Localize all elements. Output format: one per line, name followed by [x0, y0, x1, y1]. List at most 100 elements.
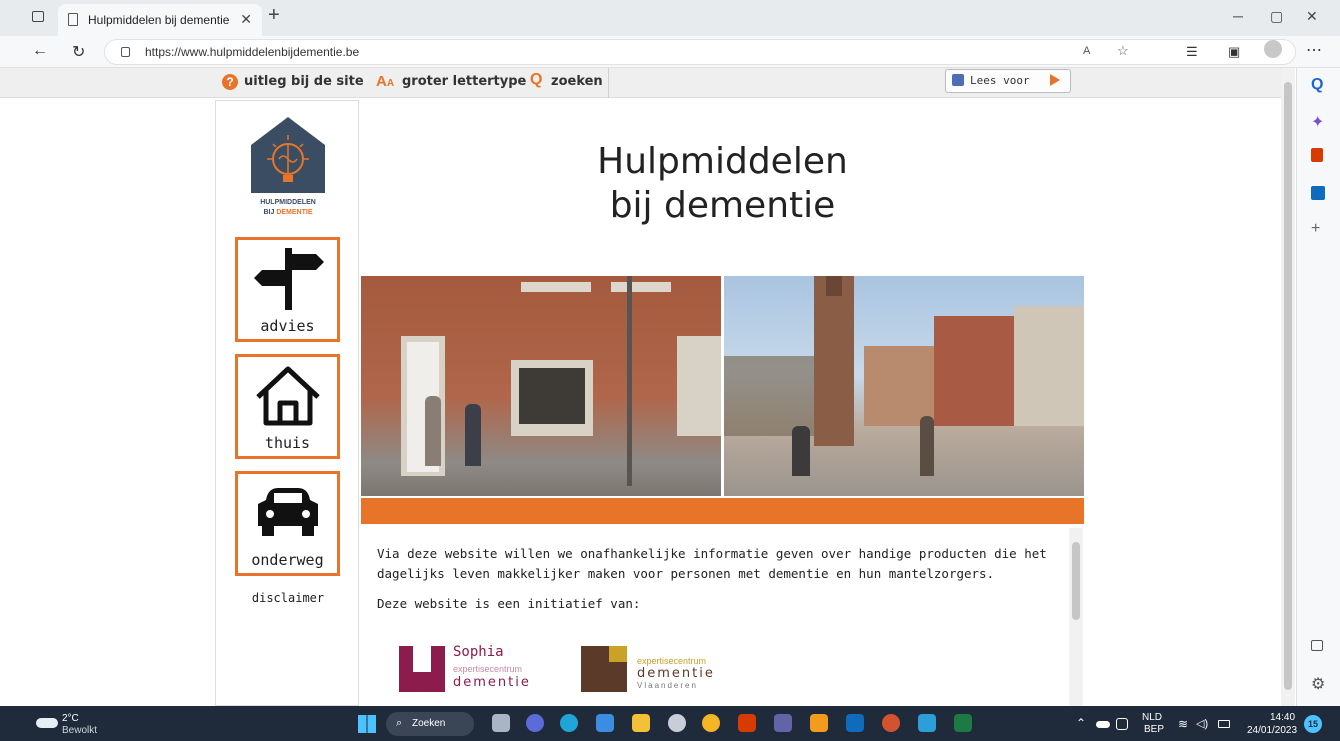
house-brain-logo-icon — [251, 117, 325, 193]
outlook-icon[interactable] — [846, 714, 864, 732]
notification-badge[interactable]: 15 — [1304, 715, 1322, 733]
font-size-link[interactable]: groter lettertype — [402, 74, 526, 89]
start-icon[interactable] — [358, 715, 376, 733]
person — [920, 416, 934, 476]
volume-icon[interactable]: ◁) — [1196, 717, 1208, 730]
restore-icon[interactable]: ▢ — [1270, 8, 1283, 25]
page-icon — [68, 13, 78, 26]
url-field[interactable]: https://www.hulpmiddelenbijdementie.be A… — [104, 39, 1296, 65]
file-explorer-icon[interactable] — [632, 714, 650, 732]
search-icon[interactable]: Q — [530, 71, 542, 89]
logo-line2-b: DEMENTIE — [276, 209, 313, 216]
page-scrollbar[interactable] — [1281, 68, 1295, 706]
store-icon[interactable] — [596, 714, 614, 732]
battery-icon[interactable] — [1218, 720, 1230, 728]
chat-icon[interactable] — [526, 714, 544, 732]
photos-icon[interactable] — [810, 714, 828, 732]
teams-icon[interactable] — [774, 714, 792, 732]
onedrive-icon[interactable] — [1096, 721, 1110, 728]
excel-icon[interactable] — [954, 714, 972, 732]
building — [1014, 306, 1084, 426]
sidebar-toggle-icon[interactable] — [1311, 640, 1323, 651]
clock-date[interactable]: 24/01/2023 — [1247, 725, 1297, 736]
partner-logo-vlaanderen[interactable]: expertisecentrum dementie Vlaanderen — [581, 644, 741, 694]
read-aloud-button[interactable]: Lees voor — [945, 69, 1071, 93]
page-title-line1: Hulpmiddelen — [597, 141, 848, 182]
speaker-icon — [952, 74, 964, 86]
close-tab-icon[interactable]: ✕ — [240, 11, 252, 28]
edge-sidebar: Q ✦ + ⚙ — [1296, 68, 1340, 706]
person — [792, 426, 810, 476]
tower-spire — [826, 276, 842, 296]
partner2-brand: dementie — [637, 666, 715, 681]
window — [677, 336, 721, 436]
back-icon[interactable]: ← — [32, 42, 48, 60]
nav-advies-label: advies — [260, 317, 315, 335]
site-logo[interactable]: HULPMIDDELEN BIJ DEMENTIE — [249, 115, 327, 221]
person — [425, 396, 441, 466]
favorites-icon[interactable]: ☰ — [1186, 44, 1198, 60]
intro-text: Via deze website willen we onafhankelijk… — [377, 546, 1047, 581]
font-size-icon[interactable]: AA — [376, 73, 394, 90]
chrome-icon[interactable] — [702, 714, 720, 732]
camera-icon[interactable] — [668, 714, 686, 732]
profile-avatar[interactable] — [1264, 40, 1282, 58]
help-link[interactable]: uitleg bij de site — [244, 74, 364, 89]
wifi-icon[interactable]: ≋ — [1178, 717, 1188, 731]
weather-temp[interactable]: 2°C — [62, 713, 79, 724]
settings-icon[interactable]: ⚙ — [1311, 674, 1325, 694]
logo-line2-a: BIJ — [263, 209, 277, 216]
lang-2[interactable]: BEP — [1144, 724, 1164, 735]
task-view-icon[interactable] — [492, 714, 510, 732]
copilot-icon[interactable]: ✦ — [1311, 112, 1324, 132]
divider — [608, 68, 609, 98]
disclaimer-link[interactable]: disclaimer — [216, 591, 360, 605]
content-scroll-thumb[interactable] — [1072, 542, 1080, 620]
powerpoint-icon[interactable] — [882, 714, 900, 732]
paint-icon[interactable] — [918, 714, 936, 732]
page-scroll-thumb[interactable] — [1284, 82, 1292, 690]
close-window-icon[interactable]: ✕ — [1306, 8, 1318, 25]
window-frame — [611, 282, 671, 292]
help-icon[interactable]: ? — [222, 74, 238, 90]
minimize-icon[interactable]: ─ — [1233, 8, 1243, 24]
partner1-sub: expertisecentrum — [453, 664, 523, 674]
taskbar-search[interactable]: ⌕ Zoeken — [386, 712, 474, 736]
read-aloud-icon[interactable]: A — [1083, 45, 1090, 57]
nav-thuis[interactable]: thuis — [235, 354, 340, 459]
favorite-icon[interactable]: ☆ — [1117, 43, 1129, 59]
search-icon[interactable]: Q — [1311, 76, 1323, 94]
read-aloud-label: Lees voor — [970, 74, 1030, 87]
browser-tab[interactable]: Hulpmiddelen bij dementie ✕ — [58, 4, 262, 36]
tab-actions-icon[interactable] — [32, 11, 44, 22]
new-tab-button[interactable]: + — [268, 4, 280, 27]
nav-advies[interactable]: advies — [235, 237, 340, 342]
building — [934, 316, 1014, 426]
accent-bar — [361, 498, 1084, 524]
house-icon — [256, 366, 320, 426]
network-icon[interactable] — [1116, 718, 1128, 730]
lang-1[interactable]: NLD — [1142, 712, 1162, 723]
partner-logo-sophia[interactable]: Sophia expertisecentrum dementie — [399, 644, 559, 694]
edge-icon[interactable] — [560, 714, 578, 732]
search-link[interactable]: zoeken — [551, 74, 603, 89]
office-icon[interactable] — [738, 714, 756, 732]
page-title-line2: bij dementie — [609, 185, 836, 226]
clock-time[interactable]: 14:40 — [1270, 712, 1295, 723]
add-icon[interactable]: + — [1311, 220, 1320, 238]
nav-onderweg[interactable]: onderweg — [235, 471, 340, 576]
content-scrollbar[interactable] — [1069, 528, 1083, 706]
url-text[interactable]: https://www.hulpmiddelenbijdementie.be — [145, 45, 359, 59]
tower — [814, 276, 854, 446]
office-icon[interactable] — [1311, 148, 1323, 162]
refresh-icon[interactable]: ↻ — [72, 42, 85, 62]
hero-photo-square — [724, 276, 1084, 496]
play-icon — [1050, 74, 1060, 86]
nav-thuis-label: thuis — [264, 434, 311, 452]
more-icon[interactable]: ⋯ — [1306, 40, 1322, 60]
outlook-icon[interactable] — [1311, 186, 1325, 200]
tray-chevron-icon[interactable]: ⌃ — [1076, 716, 1086, 730]
lock-icon[interactable] — [121, 47, 130, 57]
weather-desc[interactable]: Bewolkt — [62, 725, 97, 736]
collections-icon[interactable]: ▣ — [1228, 44, 1240, 60]
